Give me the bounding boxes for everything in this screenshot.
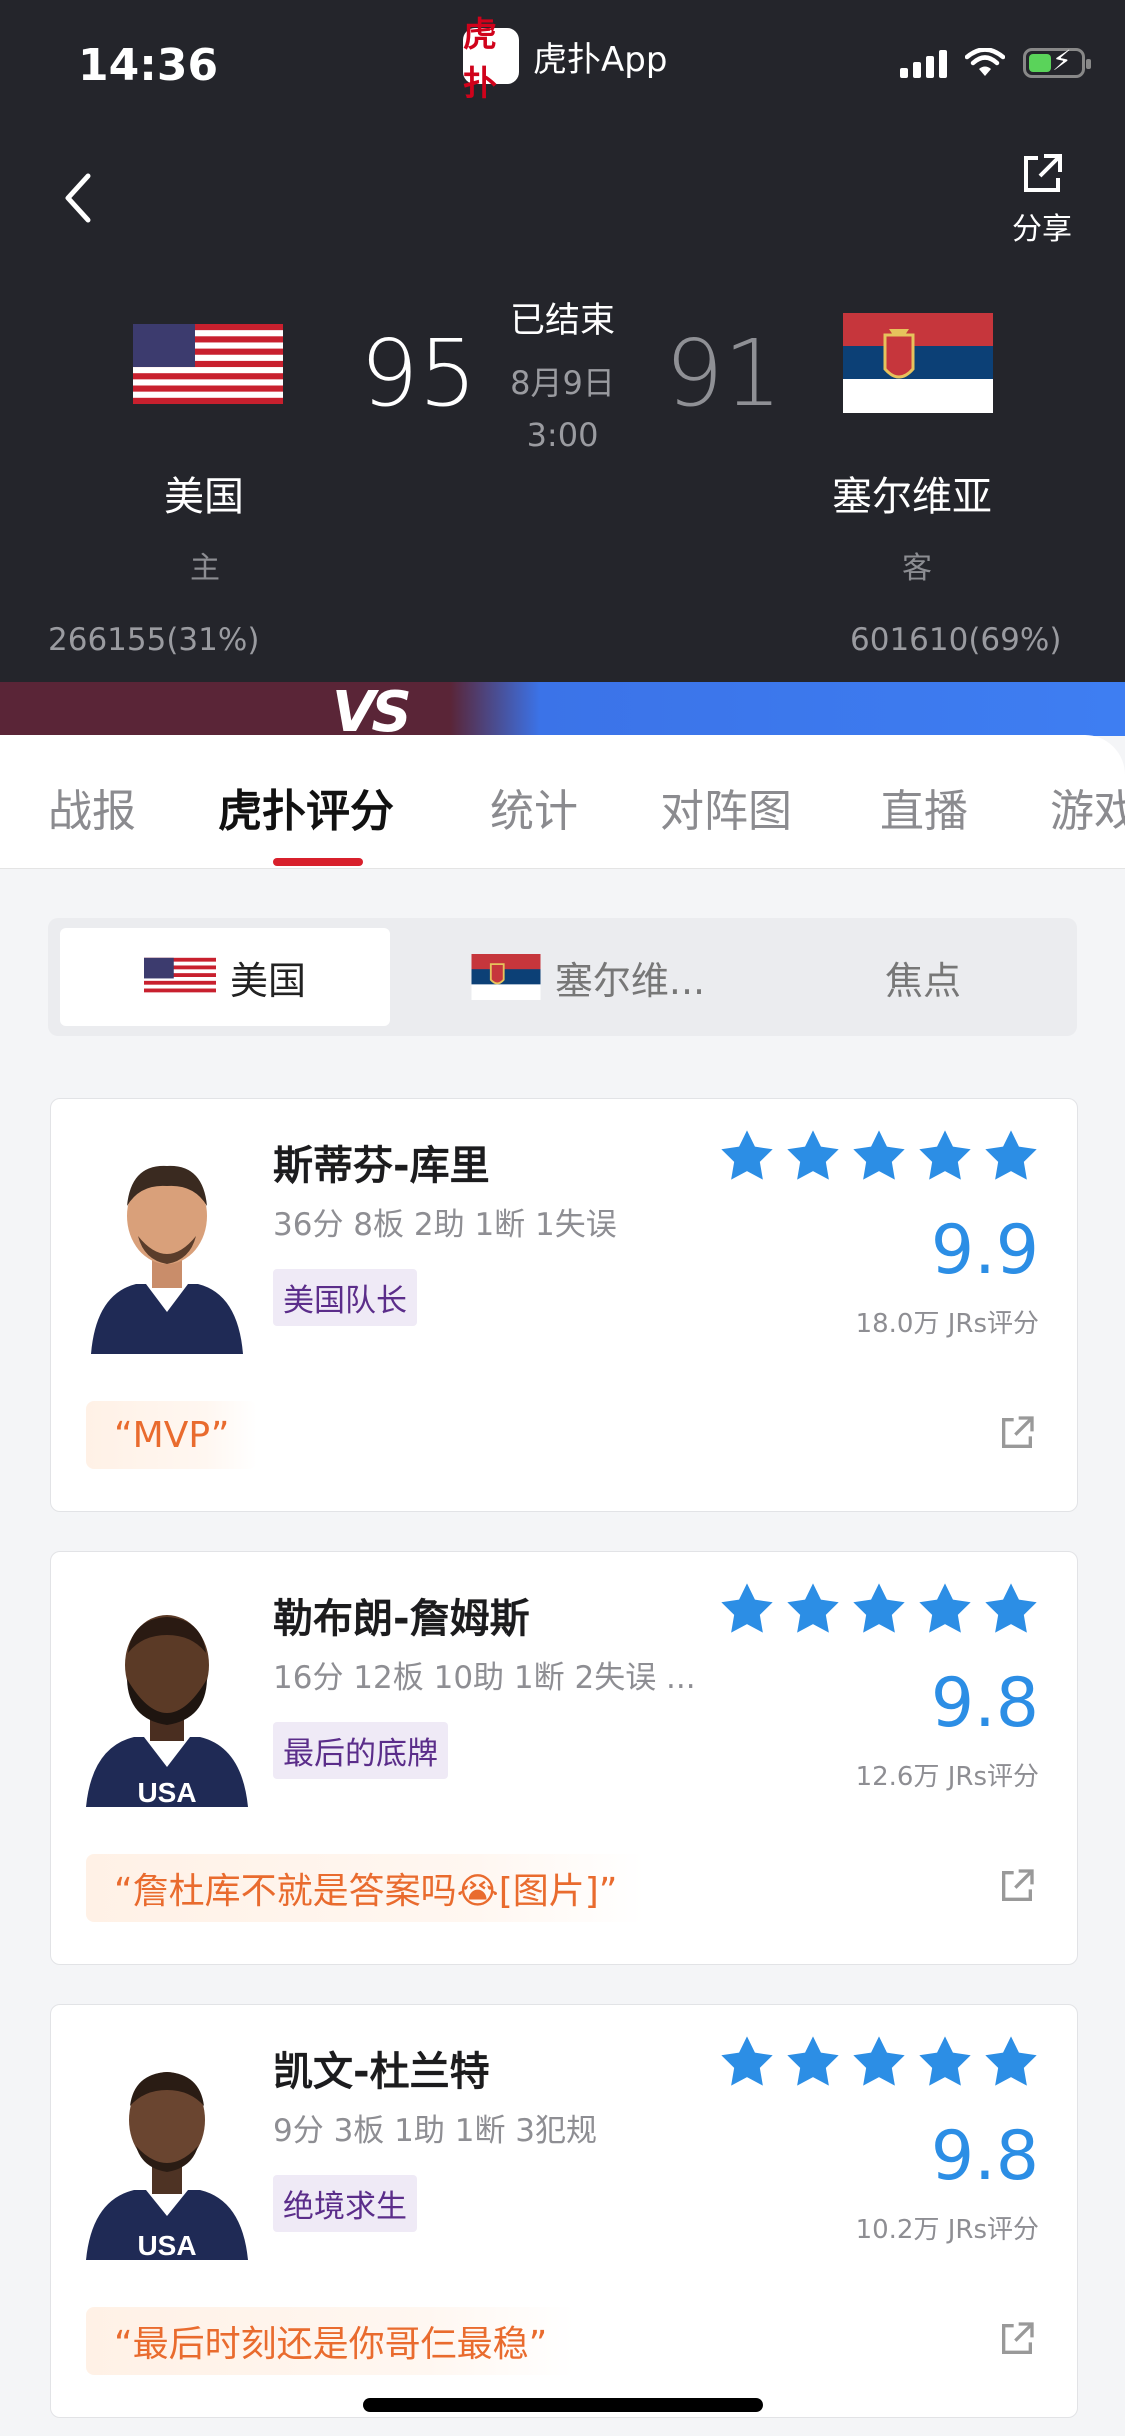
away-score: 91 — [665, 320, 783, 427]
tab-bracket[interactable]: 对阵图 — [660, 775, 792, 839]
rating-votes: 12.6万 JRs评分 — [855, 1762, 1039, 1792]
usa-flag-icon — [143, 957, 216, 997]
player-rating: 9.8 — [930, 2117, 1039, 2196]
share-button[interactable]: 分享 — [1000, 150, 1084, 248]
serbia-flag-icon — [843, 313, 993, 413]
match-header: 14:36 虎扑 虎扑App ⚡ 分享 美国 主 266155(31%) 95 … — [0, 0, 1125, 682]
away-team-role: 客 — [902, 551, 932, 586]
home-team-role: 主 — [190, 551, 220, 586]
tab-report[interactable]: 战报 — [48, 775, 136, 839]
star-icon — [721, 1583, 773, 1633]
cellular-signal-icon — [900, 50, 947, 78]
share-label: 分享 — [1012, 212, 1072, 247]
usa-flag-icon — [133, 324, 283, 404]
player-card[interactable]: USA 勒布朗-詹姆斯 16分 12板 10助 1断 2失误 ... 最后的底牌… — [50, 1551, 1078, 1965]
player-tag: 最后的底牌 — [273, 1722, 448, 1779]
share-icon — [1024, 154, 1062, 192]
player-stats: 16分 12板 10助 1断 2失误 ... — [273, 1660, 696, 1696]
rating-votes: 10.2万 JRs评分 — [855, 2215, 1039, 2245]
home-team-name: 美国 — [164, 474, 244, 520]
player-name: 斯蒂芬-库里 — [273, 1143, 490, 1189]
player-rating: 9.9 — [930, 1211, 1039, 1290]
rating-votes: 18.0万 JRs评分 — [855, 1309, 1039, 1339]
player-stats: 36分 8板 2助 1断 1失误 — [273, 1207, 617, 1243]
tab-games[interactable]: 游戏 — [1050, 775, 1125, 839]
star-rating — [719, 1129, 1039, 1183]
segment-serbia-label: 塞尔维... — [554, 958, 706, 1003]
app-name: 虎扑App — [533, 39, 668, 80]
team-switcher: 美国 塞尔维... 焦点 — [48, 918, 1077, 1036]
share-icon[interactable] — [997, 1413, 1037, 1453]
top-comment[interactable]: “詹杜库不就是答案吗😭[图片]” — [86, 1854, 646, 1922]
segment-usa[interactable]: 美国 — [60, 928, 390, 1026]
battery-charging-icon: ⚡ — [1023, 47, 1091, 78]
share-icon[interactable] — [997, 2319, 1037, 2359]
status-time: 14:36 — [78, 40, 219, 91]
svg-text:USA: USA — [137, 1777, 196, 1807]
top-comment[interactable]: “最后时刻还是你哥仨最稳” — [86, 2307, 576, 2375]
wifi-icon — [965, 48, 1005, 76]
svg-text:USA: USA — [137, 2230, 196, 2260]
back-arrow-icon[interactable] — [58, 168, 98, 228]
star-rating — [719, 2035, 1039, 2089]
tab-live[interactable]: 直播 — [880, 775, 968, 839]
star-icon — [919, 2036, 971, 2086]
segment-usa-label: 美国 — [229, 958, 306, 1003]
star-icon — [787, 1583, 839, 1633]
tab-bar: 战报 虎扑评分 统计 对阵图 直播 游戏 — [0, 735, 1125, 869]
segment-focus-label: 焦点 — [884, 958, 961, 1003]
player-tag: 绝境求生 — [273, 2175, 417, 2232]
player-rating: 9.8 — [930, 1664, 1039, 1743]
match-time: 3:00 — [526, 416, 599, 454]
player-card[interactable]: USA 凯文-杜兰特 9分 3板 1助 1断 3犯规 绝境求生 9.8 10.2… — [50, 2004, 1078, 2418]
active-tab-indicator — [273, 858, 363, 866]
match-date: 8月9日 — [510, 364, 615, 402]
segment-focus[interactable]: 焦点 — [778, 928, 1068, 1026]
status-icons: ⚡ — [900, 47, 1091, 78]
star-icon — [985, 2036, 1037, 2086]
star-icon — [985, 1130, 1037, 1180]
star-rating — [719, 1582, 1039, 1636]
share-icon[interactable] — [997, 1866, 1037, 1906]
hupu-logo-icon: 虎扑 — [463, 15, 519, 104]
player-stats: 9分 3板 1助 1断 3犯规 — [273, 2113, 598, 2149]
away-support-count[interactable]: 601610(69%) — [850, 622, 1061, 658]
vs-support-bar — [0, 682, 1125, 736]
star-icon — [853, 1130, 905, 1180]
star-icon — [721, 2036, 773, 2086]
match-status: 已结束 — [509, 301, 615, 341]
star-icon — [919, 1583, 971, 1633]
star-icon — [721, 1130, 773, 1180]
star-icon — [787, 1130, 839, 1180]
player-tag: 美国队长 — [273, 1269, 417, 1326]
app-badge: 虎扑 虎扑App — [463, 15, 668, 104]
star-icon — [787, 2036, 839, 2086]
home-support-count[interactable]: 266155(31%) — [48, 622, 259, 658]
star-icon — [853, 2036, 905, 2086]
star-icon — [985, 1583, 1037, 1633]
tab-hupu-rating[interactable]: 虎扑评分 — [218, 775, 394, 839]
player-name: 勒布朗-詹姆斯 — [273, 1596, 530, 1642]
home-indicator[interactable] — [363, 2398, 763, 2412]
star-icon — [853, 1583, 905, 1633]
serbia-flag-icon — [471, 954, 541, 1000]
player-avatar: USA — [86, 1597, 248, 1807]
player-avatar — [86, 1144, 248, 1354]
player-card[interactable]: 斯蒂芬-库里 36分 8板 2助 1断 1失误 美国队长 9.9 18.0万 J… — [50, 1098, 1078, 1512]
tab-stats[interactable]: 统计 — [490, 775, 578, 839]
away-team-name: 塞尔维亚 — [832, 474, 992, 520]
segment-serbia[interactable]: 塞尔维... — [418, 928, 758, 1026]
player-name: 凯文-杜兰特 — [273, 2049, 490, 2095]
star-icon — [919, 1130, 971, 1180]
top-comment[interactable]: “MVP” — [86, 1401, 258, 1469]
player-avatar: USA — [86, 2050, 248, 2260]
